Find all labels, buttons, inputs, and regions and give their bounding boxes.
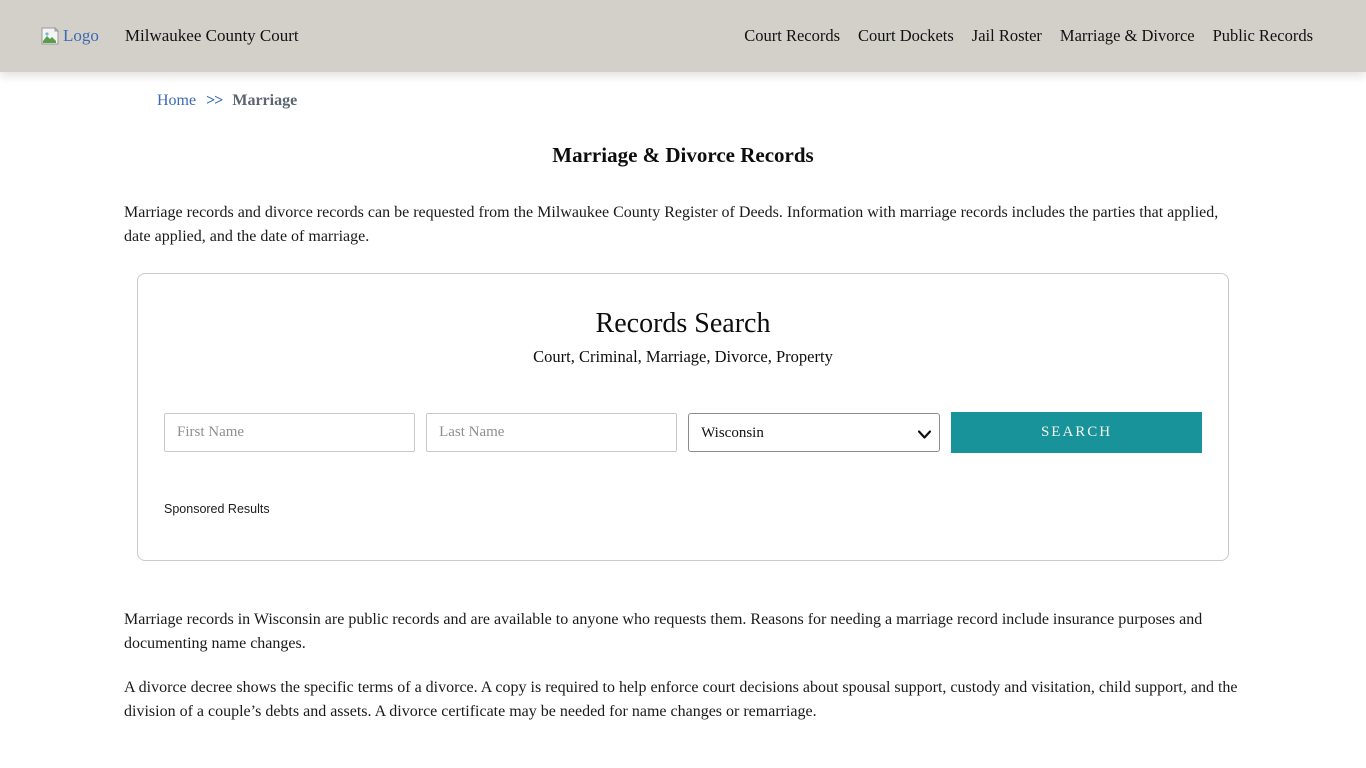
main-nav: Court Records Court Dockets Jail Roster … bbox=[744, 26, 1313, 46]
nav-court-records[interactable]: Court Records bbox=[744, 26, 840, 46]
breadcrumb: Home >> Marriage bbox=[157, 92, 1366, 110]
records-search-panel: Records Search Court, Criminal, Marriage… bbox=[137, 273, 1229, 561]
logo-alt-text: Logo bbox=[63, 26, 99, 46]
site-header: Logo Milwaukee County Court Court Record… bbox=[0, 0, 1366, 72]
breadcrumb-separator: >> bbox=[206, 92, 222, 110]
sponsored-results-label: Sponsored Results bbox=[164, 502, 1202, 516]
nav-court-dockets[interactable]: Court Dockets bbox=[858, 26, 954, 46]
body-paragraph-2: A divorce decree shows the specific term… bbox=[124, 676, 1242, 724]
breadcrumb-current: Marriage bbox=[232, 92, 297, 110]
page-title: Marriage & Divorce Records bbox=[124, 143, 1242, 168]
first-name-input[interactable] bbox=[164, 413, 415, 452]
main-content: Marriage & Divorce Records Marriage reco… bbox=[124, 143, 1242, 724]
intro-paragraph: Marriage records and divorce records can… bbox=[124, 201, 1242, 249]
nav-marriage-divorce[interactable]: Marriage & Divorce bbox=[1060, 26, 1195, 46]
last-name-input[interactable] bbox=[426, 413, 677, 452]
search-subheading: Court, Criminal, Marriage, Divorce, Prop… bbox=[164, 347, 1202, 367]
state-select-wrap: Wisconsin bbox=[688, 413, 940, 453]
search-form-row: Wisconsin SEARCH bbox=[164, 413, 1202, 453]
broken-image-icon bbox=[40, 27, 60, 45]
state-select[interactable]: Wisconsin bbox=[688, 413, 940, 452]
nav-jail-roster[interactable]: Jail Roster bbox=[972, 26, 1042, 46]
search-button[interactable]: SEARCH bbox=[951, 412, 1202, 453]
site-title: Milwaukee County Court bbox=[125, 26, 299, 46]
header-left: Logo Milwaukee County Court bbox=[40, 26, 299, 46]
search-heading: Records Search bbox=[164, 308, 1202, 340]
body-paragraph-1: Marriage records in Wisconsin are public… bbox=[124, 608, 1242, 656]
breadcrumb-home-link[interactable]: Home bbox=[157, 92, 196, 110]
nav-public-records[interactable]: Public Records bbox=[1213, 26, 1313, 46]
logo-link[interactable]: Logo bbox=[40, 26, 99, 46]
